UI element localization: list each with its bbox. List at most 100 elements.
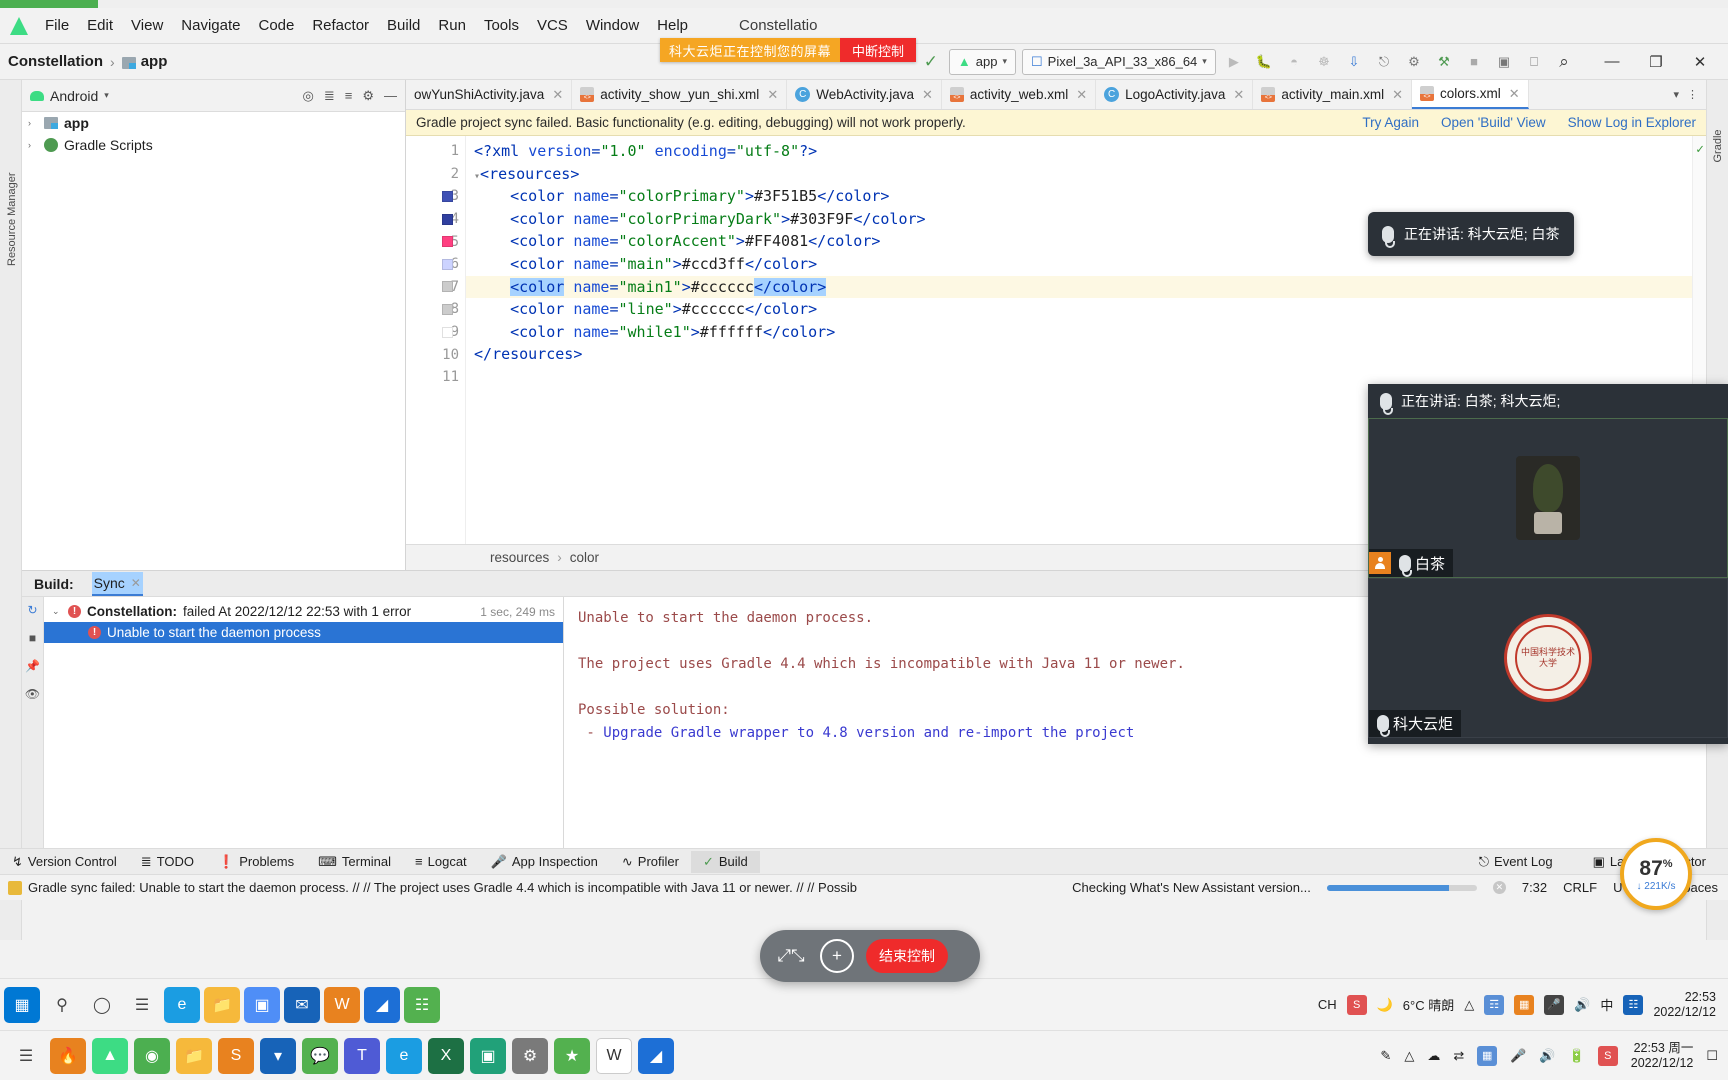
video-tile-kedayunju[interactable]: 中国科学技术大学 科大云炬 [1368, 578, 1728, 738]
start-icon[interactable]: ▦ [4, 986, 40, 1023]
target-icon[interactable]: ◎ [303, 88, 314, 104]
run-configuration-selector[interactable]: ▲ app ▾ [948, 48, 1016, 75]
menu-code[interactable]: Code [249, 13, 303, 38]
editor-tab-activity-show-yun-shi-xml[interactable]: activity_show_yun_shi.xml ✕ [572, 80, 788, 109]
try-again-link[interactable]: Try Again [1362, 115, 1419, 130]
chevron-up-icon[interactable]: △ [1404, 1048, 1414, 1064]
editor-tab-activity-web-xml[interactable]: activity_web.xml ✕ [941, 80, 1097, 109]
sublime-icon[interactable]: S [218, 1037, 254, 1074]
battery-icon[interactable]: 🔋 [1569, 1048, 1585, 1064]
tree-item-gradle-scripts[interactable]: › Gradle Scripts [22, 134, 405, 156]
breadcrumb-project[interactable]: Constellation [0, 53, 103, 70]
device-manager-button[interactable]: ⎕ [1522, 50, 1546, 74]
project-view-label[interactable]: Android [50, 88, 98, 104]
excel-icon[interactable]: X [428, 1037, 464, 1074]
caret-position[interactable]: 7:32 [1522, 880, 1547, 895]
menu-vcs[interactable]: VCS [528, 13, 577, 38]
ime-indicator[interactable]: CH [1318, 997, 1337, 1012]
maximize-button[interactable]: ❐ [1634, 47, 1678, 77]
tool-tab-problems[interactable]: ❗ Problems [206, 851, 306, 873]
stop-button[interactable]: ■ [1462, 50, 1486, 74]
wechat-icon[interactable]: 💬 [302, 1037, 338, 1074]
color-swatch-main1[interactable] [442, 276, 456, 299]
menu-help[interactable]: Help [648, 13, 697, 38]
clipboard-icon[interactable]: ☶ [1484, 994, 1505, 1015]
hammer-icon[interactable]: ✓ [919, 50, 943, 74]
build-tree-row-root[interactable]: ⌄ ! Constellation: failed At 2022/12/12 … [44, 601, 563, 622]
breadcrumb-resources[interactable]: resources [490, 550, 549, 565]
menu-refactor[interactable]: Refactor [303, 13, 378, 38]
close-button[interactable]: ✕ [1678, 47, 1722, 77]
upgrade-gradle-link[interactable]: Upgrade Gradle wrapper to 4.8 version an… [603, 725, 1134, 741]
sdk-manager-button[interactable]: ⚙ [1402, 50, 1426, 74]
close-icon[interactable]: ✕ [1392, 87, 1403, 103]
menu-build[interactable]: Build [378, 13, 429, 38]
attach-debugger-button[interactable]: ☸ [1312, 50, 1336, 74]
chevron-right-icon[interactable]: › [28, 118, 38, 128]
close-icon[interactable]: ✕ [1233, 87, 1244, 103]
color-swatch-while1[interactable] [442, 321, 456, 344]
app-tray-icon[interactable]: ▦ [1514, 994, 1535, 1015]
volume-icon[interactable]: 🔊 [1574, 997, 1590, 1013]
performance-gauge[interactable]: 87% ↓ 221K/s [1620, 838, 1692, 910]
tools-icon[interactable]: ☷ [404, 986, 440, 1023]
color-swatch-colorPrimary[interactable] [442, 185, 456, 208]
video-tile-baicha[interactable]: 白茶 [1368, 418, 1728, 578]
taskview-icon[interactable]: ☰ [8, 1038, 44, 1074]
color-swatch-colorPrimaryDark[interactable] [442, 208, 456, 231]
close-icon[interactable]: ✕ [131, 576, 141, 590]
close-icon[interactable]: ✕ [1076, 87, 1087, 103]
build-tree-row-error[interactable]: ! Unable to start the daemon process [44, 622, 563, 643]
sync-icon[interactable]: ⇄ [1453, 1048, 1464, 1064]
firefox-icon[interactable]: 🔥 [50, 1037, 86, 1074]
build-result-tree[interactable]: ⌄ ! Constellation: failed At 2022/12/12 … [44, 597, 564, 849]
taskview-icon[interactable]: ☰ [124, 987, 160, 1023]
open-build-view-link[interactable]: Open 'Build' View [1441, 115, 1546, 130]
sogou-icon[interactable]: S [1346, 994, 1367, 1015]
avd-manager-button[interactable]: ⎋ [1372, 50, 1396, 74]
menu-navigate[interactable]: Navigate [172, 13, 249, 38]
mic-tray-icon[interactable]: 🎤 [1544, 994, 1565, 1015]
sogou-icon[interactable]: S [1597, 1045, 1618, 1066]
pycharm-icon[interactable]: ▣ [470, 1037, 506, 1074]
menu-tools[interactable]: Tools [475, 13, 528, 38]
xmind-icon[interactable]: ◢ [638, 1037, 674, 1074]
settings-icon[interactable]: ⚙ [512, 1037, 548, 1074]
interrupt-control-button[interactable]: 中断控制 [840, 38, 917, 62]
menu-view[interactable]: View [122, 13, 172, 38]
stop-icon[interactable]: ■ [29, 631, 36, 645]
android-studio-icon[interactable]: ▲ [92, 1037, 128, 1074]
editor-tab-show-yun-shi-activity[interactable]: owYunShiActivity.java ✕ [406, 80, 573, 109]
minimize-button[interactable]: — [1590, 47, 1634, 77]
editor-tab-activity-main-xml[interactable]: activity_main.xml ✕ [1253, 80, 1413, 109]
debug-button[interactable]: 🐛 [1252, 50, 1276, 74]
ime-language[interactable]: 中 [1600, 995, 1613, 1014]
end-control-button[interactable]: 结束控制 [866, 939, 948, 973]
clock-top[interactable]: 22:53 2022/12/12 [1653, 990, 1716, 1020]
tool-tab-app-inspection[interactable]: 🎤 App Inspection [479, 851, 610, 873]
search-icon[interactable]: ⚲ [44, 987, 80, 1023]
weather-label[interactable]: 6°C 晴朗 [1403, 995, 1454, 1014]
clock-bottom[interactable]: 22:53 周一 2022/12/12 [1631, 1041, 1694, 1071]
tool-tab-profiler[interactable]: ∿ Profiler [610, 851, 691, 873]
build-tab-sync[interactable]: Sync ✕ [91, 571, 143, 596]
menu-run[interactable]: Run [429, 13, 475, 38]
store-icon[interactable]: ▣ [244, 986, 280, 1023]
tool-tab-todo[interactable]: ≣ TODO [129, 851, 206, 873]
chevron-down-icon[interactable]: ⌄ [52, 606, 62, 617]
zoom-in-icon[interactable]: + [820, 939, 854, 973]
tool-tab-event-log[interactable]: ⎋ Event Log [1467, 851, 1565, 873]
close-icon[interactable]: ✕ [922, 87, 933, 103]
show-log-in-explorer-link[interactable]: Show Log in Explorer [1568, 115, 1696, 130]
chevron-right-icon[interactable]: › [28, 140, 38, 150]
editor-tab-logo-activity-java[interactable]: C LogoActivity.java ✕ [1096, 80, 1254, 109]
profile-button[interactable]: ◓ [1282, 50, 1306, 74]
vscode-icon[interactable]: ▾ [260, 1037, 296, 1074]
tool-tab-logcat[interactable]: ≡ Logcat [403, 851, 479, 872]
network-icon[interactable]: ☷ [1623, 994, 1644, 1015]
wps-icon[interactable]: W [596, 1037, 632, 1074]
right-strip-label-gradle[interactable]: Gradle [1712, 116, 1724, 176]
xmind-icon[interactable]: ◢ [364, 986, 400, 1023]
collapse-all-icon[interactable]: ≣ [324, 88, 335, 104]
expand-icon[interactable]: ⤢⤡ [774, 939, 808, 973]
